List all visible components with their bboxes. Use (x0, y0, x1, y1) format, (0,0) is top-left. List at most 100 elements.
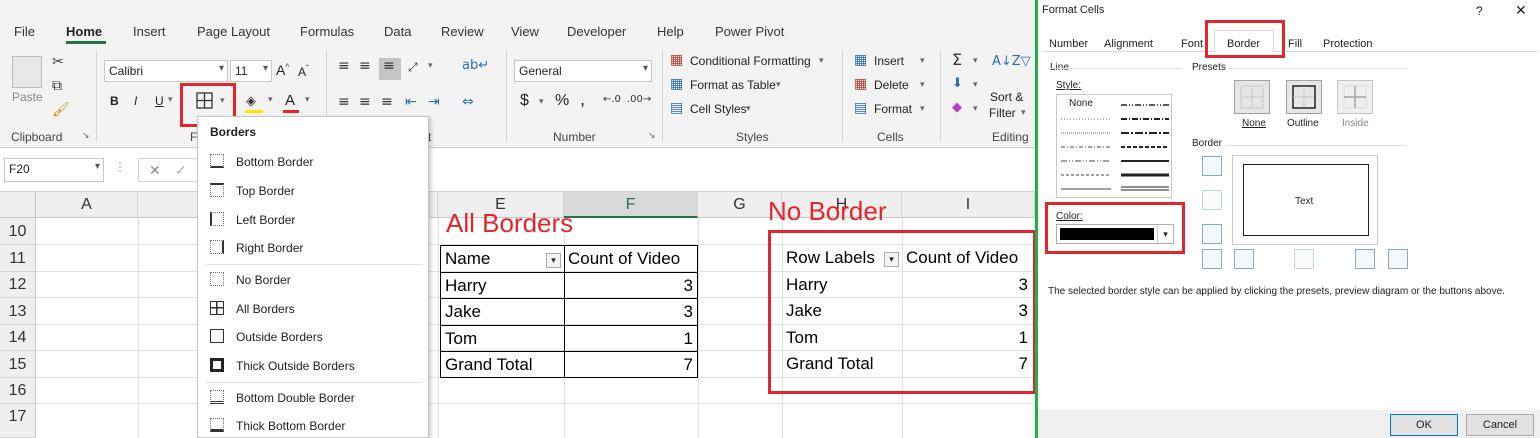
table-cell[interactable]: 3 (906, 301, 1028, 321)
decrease-decimal-icon[interactable]: .00→ (627, 94, 651, 105)
clear-icon[interactable]: ◆ (952, 100, 962, 115)
format-button[interactable]: Format (874, 102, 912, 116)
table-cell[interactable]: 7 (571, 355, 693, 375)
insert-button[interactable]: Insert (874, 54, 904, 68)
table-cell[interactable]: 1 (906, 328, 1028, 348)
paste-button[interactable]: Paste (12, 90, 43, 104)
menu-item-bottom-border[interactable]: Bottom Border (198, 149, 428, 175)
chevron-down-icon[interactable]: ▾ (746, 104, 751, 114)
menu-item-outside-borders[interactable]: Outside Borders (198, 324, 428, 350)
chevron-down-icon[interactable]: ▾ (1021, 108, 1026, 118)
fill-icon[interactable]: ⬇ (952, 76, 963, 91)
menu-item-all-borders[interactable]: All Borders (198, 296, 428, 322)
wrap-text-icon[interactable]: ab↵ (462, 58, 489, 73)
preset-outline-button[interactable] (1286, 80, 1322, 114)
table-cell[interactable]: Harry (786, 275, 828, 295)
menu-item-no-border[interactable]: No Border (198, 267, 428, 293)
chevron-down-icon[interactable]: ▾ (819, 56, 824, 66)
chevron-down-icon[interactable]: ▾ (973, 104, 978, 114)
border-left-toggle[interactable] (1234, 249, 1254, 269)
column-header-i[interactable]: I (902, 192, 1035, 218)
increase-decimal-icon[interactable]: ←.0 (603, 94, 621, 105)
copy-icon[interactable]: ⧉ (52, 78, 62, 94)
delete-cells-icon[interactable]: ▦ (854, 76, 867, 92)
row-header-13[interactable]: 13 (0, 298, 36, 325)
row-header-17[interactable]: 17 (0, 404, 36, 438)
dialog-tab-font[interactable]: Font (1181, 38, 1203, 50)
dialog-tab-protection[interactable]: Protection (1323, 38, 1373, 50)
font-name-combo[interactable]: Calibri ▾ (104, 60, 228, 82)
menu-item-thick-bottom-border[interactable]: Thick Bottom Border (198, 413, 428, 437)
sort-filter-icon[interactable]: A↓Z▽ (992, 54, 1031, 69)
dialog-tab-fill[interactable]: Fill (1288, 38, 1302, 50)
chevron-down-icon[interactable]: ▾ (305, 95, 310, 105)
percent-button[interactable]: % (555, 92, 569, 110)
underline-button[interactable]: U (155, 94, 164, 108)
border-bottom-toggle[interactable] (1202, 224, 1222, 244)
tab-page-layout[interactable]: Page Layout (197, 24, 270, 39)
help-button[interactable]: ? (1476, 4, 1483, 18)
menu-item-bottom-double-border[interactable]: Bottom Double Border (198, 385, 428, 411)
column-header-f[interactable]: F (564, 192, 698, 218)
table-cell[interactable]: Grand Total (786, 354, 874, 374)
format-as-table-icon[interactable]: ▦ (670, 76, 683, 92)
border-preview[interactable]: Text (1232, 155, 1378, 245)
line-style-list[interactable]: None (1056, 94, 1172, 198)
chevron-down-icon[interactable]: ▾ (973, 80, 978, 90)
border-top-toggle[interactable] (1202, 156, 1222, 176)
format-painter-icon[interactable]: 🖌 (52, 102, 70, 118)
tab-power-pivot[interactable]: Power Pivot (715, 24, 784, 39)
insert-cells-icon[interactable]: ▦ (854, 52, 867, 68)
chevron-down-icon[interactable]: ▾ (168, 95, 173, 105)
border-diagonal-down-toggle[interactable] (1388, 249, 1408, 269)
increase-indent-icon[interactable]: ⇥ (428, 94, 440, 110)
table-cell[interactable]: Jake (445, 302, 481, 322)
enter-formula-icon[interactable]: ✓ (175, 162, 187, 179)
cell-styles-icon[interactable]: ▤ (670, 100, 683, 116)
tab-help[interactable]: Help (657, 24, 684, 39)
table-cell[interactable]: Jake (786, 301, 822, 321)
number-format-combo[interactable]: General ▾ (514, 60, 652, 82)
worksheet-grid[interactable]: A E F G H I 10 11 12 13 14 15 16 17 All … (0, 192, 1036, 438)
table-cell[interactable]: Tom (786, 328, 818, 348)
fill-color-icon[interactable]: ◈ (246, 94, 256, 109)
align-left-icon[interactable]: ≡ (338, 94, 350, 110)
currency-button[interactable]: $ (520, 92, 529, 110)
tab-review[interactable]: Review (441, 24, 484, 39)
chevron-down-icon[interactable]: ▾ (920, 104, 925, 114)
name-box[interactable]: F20 ▾ (4, 158, 104, 182)
menu-item-top-border[interactable]: Top Border (198, 178, 428, 204)
chevron-down-icon[interactable]: ▾ (920, 56, 925, 66)
tab-home[interactable]: Home (66, 24, 102, 39)
row-header-15[interactable]: 15 (0, 351, 36, 378)
number-launcher-icon[interactable]: ↘ (648, 131, 656, 141)
decrease-font-icon[interactable]: Aˇ (298, 64, 309, 79)
filter-dropdown-icon[interactable]: ▾ (546, 253, 561, 268)
border-middle-vertical-toggle[interactable] (1294, 249, 1314, 269)
chevron-down-icon[interactable]: ▾ (428, 61, 433, 71)
table-header-cell[interactable]: Count of Video (568, 249, 680, 269)
dialog-tab-alignment[interactable]: Alignment (1104, 38, 1153, 50)
tab-view[interactable]: View (511, 24, 539, 39)
table-cell[interactable]: Tom (445, 329, 477, 349)
increase-font-icon[interactable]: A^ (276, 62, 289, 78)
preset-none-button[interactable] (1234, 80, 1270, 114)
italic-button[interactable]: I (134, 94, 137, 108)
table-header-cell[interactable]: Name (445, 249, 490, 269)
font-color-icon[interactable]: A (285, 92, 295, 109)
border-diagonal-up-toggle[interactable] (1202, 249, 1222, 269)
align-middle-icon[interactable]: ≡ (359, 58, 371, 74)
menu-item-left-border[interactable]: Left Border (198, 207, 428, 233)
row-header-11[interactable]: 11 (0, 245, 36, 272)
table-cell[interactable]: 3 (906, 275, 1028, 295)
bold-button[interactable]: B (110, 94, 119, 108)
preset-inside-button[interactable] (1337, 80, 1373, 114)
comma-button[interactable]: , (580, 89, 585, 110)
format-cells-icon[interactable]: ▤ (854, 100, 867, 116)
row-header-12[interactable]: 12 (0, 272, 36, 298)
table-header-cell[interactable]: Row Labels (786, 248, 875, 268)
cancel-formula-icon[interactable]: ✕ (149, 162, 161, 179)
chevron-down-icon[interactable]: ▾ (920, 80, 925, 90)
align-right-icon[interactable]: ≡ (381, 94, 393, 110)
conditional-formatting-button[interactable]: Conditional Formatting (690, 54, 811, 68)
